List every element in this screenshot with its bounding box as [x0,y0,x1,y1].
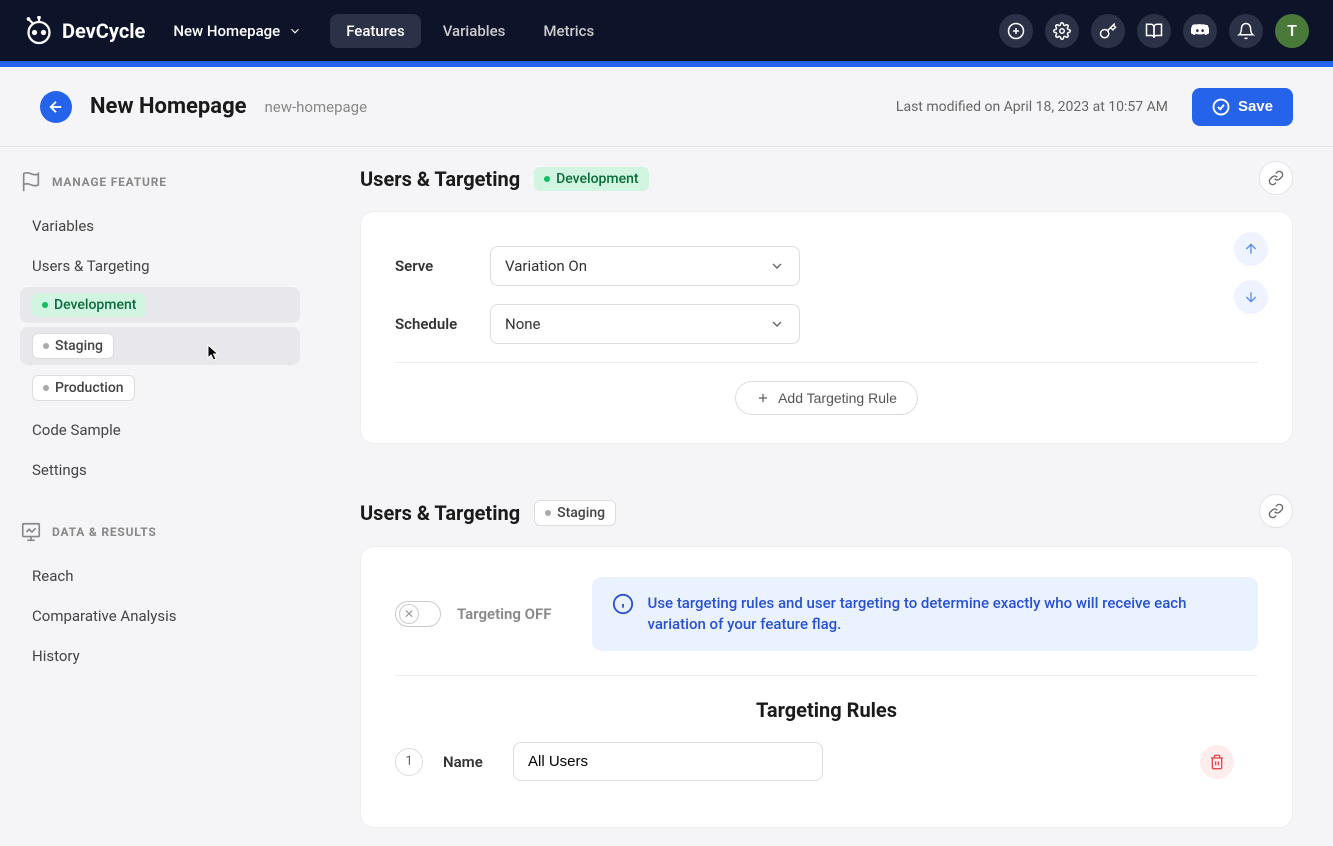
discord-icon [1191,22,1209,40]
add-button[interactable] [999,14,1033,48]
trash-icon [1209,754,1225,770]
staging-card: ✕ Targeting OFF Use targeting rules and … [360,546,1293,828]
project-name: New Homepage [173,22,280,40]
info-text: Use targeting rules and user targeting t… [648,593,1238,635]
brand-text: DevCycle [62,19,145,43]
project-dropdown[interactable]: New Homepage [173,22,302,40]
rules-title: Targeting Rules [395,675,1258,722]
flag-icon [20,171,42,193]
chevron-down-icon [288,24,302,38]
sidebar-item-code-sample[interactable]: Code Sample [20,411,300,449]
docs-button[interactable] [1137,14,1171,48]
sidebar-env-staging[interactable]: Staging [20,327,300,365]
plus-icon [756,391,770,405]
presentation-icon [20,521,42,543]
sidebar-section-data: DATA & RESULTS [20,521,300,543]
page-slug: new-homepage [265,98,368,116]
move-up-button[interactable] [1234,232,1268,266]
section-title: Users & Targeting [360,167,520,191]
sidebar-item-variables[interactable]: Variables [20,207,300,245]
key-icon [1099,22,1117,40]
schedule-select[interactable]: None [490,304,800,344]
main-content: Users & Targeting Development Serve Vari… [320,147,1333,846]
arrow-up-icon [1243,241,1259,257]
link-icon [1268,503,1284,519]
gear-icon [1053,22,1071,40]
section-title: Users & Targeting [360,501,520,525]
settings-button[interactable] [1045,14,1079,48]
arrow-down-icon [1243,289,1259,305]
logo-icon [24,16,54,46]
discord-button[interactable] [1183,14,1217,48]
logo[interactable]: DevCycle [24,16,145,46]
info-banner: Use targeting rules and user targeting t… [592,577,1258,651]
page-title: New Homepage [90,94,247,119]
rule-name-input[interactable] [513,742,823,781]
sidebar-item-users-targeting[interactable]: Users & Targeting [20,247,300,285]
add-targeting-rule-button[interactable]: Add Targeting Rule [735,381,918,415]
sidebar-item-comparative[interactable]: Comparative Analysis [20,597,300,635]
move-down-button[interactable] [1234,280,1268,314]
serve-label: Serve [395,257,470,275]
check-circle-icon [1212,98,1230,116]
section-dev-header: Users & Targeting Development [360,167,1293,191]
last-modified: Last modified on April 18, 2023 at 10:57… [896,99,1168,115]
targeting-toggle[interactable]: ✕ [395,601,441,627]
arrow-left-icon [47,98,65,116]
env-badge-staging: Staging [534,500,616,526]
sidebar: MANAGE FEATURE Variables Users & Targeti… [0,147,320,846]
sidebar-item-history[interactable]: History [20,637,300,675]
save-button[interactable]: Save [1192,88,1293,126]
sidebar-item-settings[interactable]: Settings [20,451,300,489]
sidebar-env-production[interactable]: Production [20,369,300,407]
info-icon [612,593,634,615]
sidebar-item-reach[interactable]: Reach [20,557,300,595]
book-icon [1145,22,1163,40]
bell-icon [1237,22,1255,40]
rule-number: 1 [395,748,423,776]
chevron-down-icon [769,316,785,332]
chevron-down-icon [769,258,785,274]
tab-metrics[interactable]: Metrics [527,14,610,48]
page-header: New Homepage new-homepage Last modified … [0,67,1333,147]
copy-link-button[interactable] [1259,494,1293,528]
tab-features[interactable]: Features [330,14,420,48]
copy-link-button[interactable] [1259,161,1293,195]
env-badge-development: Development [534,167,648,191]
section-staging-header: Users & Targeting Staging [360,500,1293,526]
tab-variables[interactable]: Variables [427,14,522,48]
link-icon [1268,170,1284,186]
delete-rule-button[interactable] [1200,745,1234,779]
serve-select[interactable]: Variation On [490,246,800,286]
schedule-label: Schedule [395,315,470,333]
keys-button[interactable] [1091,14,1125,48]
toggle-label: Targeting OFF [457,605,552,623]
plus-circle-icon [1007,22,1025,40]
nav-tabs: Features Variables Metrics [330,14,610,48]
avatar[interactable]: T [1275,14,1309,48]
sidebar-env-development[interactable]: Development [20,287,300,323]
sidebar-section-manage: MANAGE FEATURE [20,171,300,193]
name-label: Name [443,753,493,771]
back-button[interactable] [40,91,72,123]
save-label: Save [1238,98,1273,115]
notifications-button[interactable] [1229,14,1263,48]
dev-card: Serve Variation On Schedule None Add Tar… [360,211,1293,444]
top-header: DevCycle New Homepage Features Variables… [0,0,1333,61]
